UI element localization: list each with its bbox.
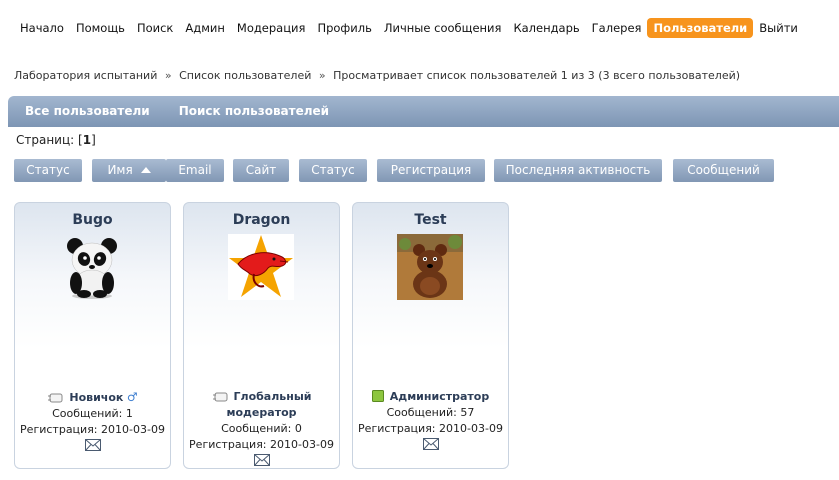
sort-registered-button[interactable]: Регистрация xyxy=(377,159,485,182)
bear-avatar-icon[interactable] xyxy=(397,234,463,300)
member-registered: Регистрация: 2010-03-09 xyxy=(358,422,503,435)
member-info: Администратор Сообщений: 57 Регистрация:… xyxy=(353,389,508,455)
breadcrumb: Лаборатория испытаний » Список пользоват… xyxy=(14,69,740,82)
offline-status-icon xyxy=(212,392,227,402)
member-card: Test Администратор Сообщений: 57 Регистр… xyxy=(352,202,509,469)
breadcrumb-memberlist-link[interactable]: Список пользователей xyxy=(179,69,311,82)
member-rank: Глобальный модератор xyxy=(226,390,312,419)
menu-gallery[interactable]: Галерея xyxy=(586,18,648,38)
panda-avatar-icon[interactable] xyxy=(59,234,125,300)
sort-status2-label: Статус xyxy=(311,163,355,177)
member-registered: Регистрация: 2010-03-09 xyxy=(20,423,165,436)
sort-last-active-label: Последняя активность xyxy=(505,163,651,177)
member-registered: Регистрация: 2010-03-09 xyxy=(189,438,334,451)
sort-status2-button[interactable]: Статус xyxy=(299,159,367,182)
main-menu: Начало Помощь Поиск Админ Модерация Проф… xyxy=(14,18,804,38)
breadcrumb-separator: » xyxy=(164,69,172,82)
sort-website-button[interactable]: Сайт xyxy=(233,159,289,182)
menu-calendar[interactable]: Календарь xyxy=(507,18,585,38)
tab-all-members[interactable]: Все пользователи xyxy=(13,96,162,127)
menu-search[interactable]: Поиск xyxy=(131,18,179,38)
sort-bar: Статус Имя Email Сайт Статус Регистрация… xyxy=(14,159,839,183)
sort-posts-label: Сообщений xyxy=(687,163,760,177)
menu-home[interactable]: Начало xyxy=(14,18,70,38)
male-gender-icon: ♂ xyxy=(126,390,138,404)
menu-help[interactable]: Помощь xyxy=(70,18,131,38)
sort-email-button[interactable]: Email xyxy=(166,159,224,182)
member-posts: Сообщений: 0 xyxy=(221,422,302,435)
sort-registered-label: Регистрация xyxy=(390,163,472,177)
menu-profile[interactable]: Профиль xyxy=(311,18,377,38)
menu-moderation[interactable]: Модерация xyxy=(231,18,312,38)
offline-status-icon xyxy=(48,393,63,403)
breadcrumb-current: Просматривает список пользователей 1 из … xyxy=(333,69,741,82)
member-name-link[interactable]: Test xyxy=(353,212,508,228)
sort-name-label: Имя xyxy=(107,163,133,177)
member-info: Новичок ♂ Сообщений: 1 Регистрация: 2010… xyxy=(15,389,170,456)
sort-ascending-icon xyxy=(140,167,151,173)
breadcrumb-separator: » xyxy=(318,69,326,82)
menu-members[interactable]: Пользователи xyxy=(647,18,754,38)
member-rank: Администратор xyxy=(389,390,490,403)
sort-posts-button[interactable]: Сообщений xyxy=(673,159,774,182)
tab-search-members[interactable]: Поиск пользователей xyxy=(167,96,341,127)
menu-messages[interactable]: Личные сообщения xyxy=(378,18,508,38)
memberlist-tabbar: Все пользователи Поиск пользователей xyxy=(8,96,839,127)
member-info: Глобальный модератор Сообщений: 0 Регист… xyxy=(184,389,339,471)
sort-name-button[interactable]: Имя xyxy=(92,159,166,182)
member-card: Bugo Новичок ♂ Сообщений: 1 Регистрация:… xyxy=(14,202,171,469)
online-status-icon xyxy=(371,390,384,402)
sort-last-active-button[interactable]: Последняя активность xyxy=(494,159,662,182)
sort-status-button[interactable]: Статус xyxy=(14,159,82,182)
pagination: Страниц: [1] xyxy=(16,133,96,147)
email-envelope-icon[interactable] xyxy=(422,438,439,450)
member-name-link[interactable]: Bugo xyxy=(15,212,170,228)
pages-label: Страниц: xyxy=(16,133,75,147)
member-name-link[interactable]: Dragon xyxy=(184,212,339,228)
menu-admin[interactable]: Админ xyxy=(179,18,231,38)
sort-status-label: Статус xyxy=(26,163,70,177)
member-rank: Новичок xyxy=(69,391,124,404)
member-posts: Сообщений: 1 xyxy=(52,407,133,420)
email-envelope-icon[interactable] xyxy=(253,454,270,466)
member-posts: Сообщений: 57 xyxy=(386,406,475,419)
menu-logout[interactable]: Выйти xyxy=(753,18,804,38)
breadcrumb-forum-link[interactable]: Лаборатория испытаний xyxy=(14,69,157,82)
page-current: 1 xyxy=(82,133,92,147)
dragon-star-avatar-icon[interactable] xyxy=(228,234,294,300)
sort-website-label: Сайт xyxy=(245,163,277,177)
member-card: Dragon Глобальный модератор Сообщений: 0… xyxy=(183,202,340,469)
sort-email-label: Email xyxy=(178,163,212,177)
email-envelope-icon[interactable] xyxy=(84,439,101,451)
